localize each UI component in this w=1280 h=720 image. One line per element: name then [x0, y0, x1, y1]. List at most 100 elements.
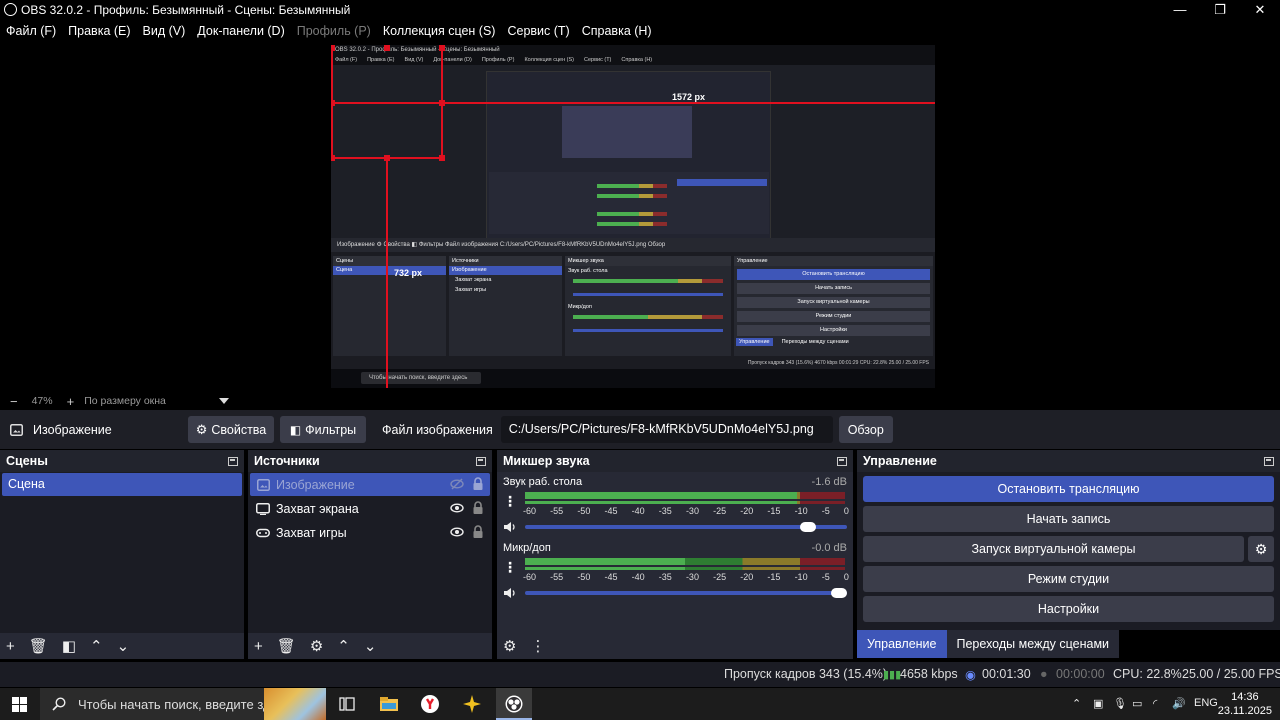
chevron-up-icon[interactable]: ⌃ [90, 637, 103, 655]
eye-icon[interactable] [450, 502, 464, 514]
guide-handle[interactable] [331, 100, 335, 106]
speaker-icon[interactable] [503, 521, 517, 533]
file-label: Файл изображения [382, 422, 493, 437]
undock-icon[interactable] [228, 456, 238, 466]
stop-streaming-button[interactable]: Остановить трансляцию [863, 476, 1274, 502]
search-icon [52, 697, 66, 711]
guide-handle[interactable] [331, 45, 335, 51]
speaker-icon[interactable] [503, 587, 517, 599]
guide-handle[interactable] [384, 155, 390, 161]
undock-icon[interactable] [837, 456, 847, 466]
level-meter-fill [525, 558, 685, 565]
sources-title: Источники [254, 454, 320, 468]
filters-button[interactable]: ◧ Фильтры [280, 416, 366, 443]
volume-slider-knob[interactable] [800, 522, 817, 532]
gear-icon[interactable]: ⚙ [310, 637, 323, 655]
zoom-bar: − 47% + По размеру окна [0, 393, 1280, 409]
zoom-in-button[interactable]: + [67, 394, 75, 409]
guide-handle[interactable] [439, 155, 445, 161]
record-icon: ● [1040, 667, 1048, 681]
task-view-icon[interactable] [337, 694, 357, 714]
sources-list[interactable]: Изображение Захват экрана Захват игры [248, 472, 492, 659]
language-indicator[interactable]: ENG [1194, 697, 1218, 709]
volume-slider[interactable] [525, 522, 847, 532]
chevron-up-icon[interactable]: ⌃ [337, 637, 350, 655]
file-path-field[interactable]: C:/Users/PC/Pictures/F8-kMfRKbV5UDnMo4el… [500, 416, 833, 443]
maximize-button[interactable]: ❐ [1200, 0, 1240, 19]
guide-handle[interactable] [439, 45, 445, 51]
eye-hidden-icon[interactable] [450, 478, 464, 490]
file-explorer-icon[interactable] [379, 694, 399, 714]
scene-filters-icon[interactable]: ◧ [62, 637, 76, 655]
chevron-down-icon[interactable]: ⌄ [364, 637, 377, 655]
tab-scene-transitions[interactable]: Переходы между сценами [946, 630, 1120, 658]
browse-button[interactable]: Обзор [838, 416, 893, 443]
volume-slider-knob[interactable] [831, 588, 847, 598]
virtual-camera-settings-gear-icon[interactable]: ⚙ [1248, 536, 1274, 562]
preview-canvas[interactable]: OBS 32.0.2 - Профиль: Безымянный - Сцены… [331, 45, 935, 388]
start-virtual-camera-button[interactable]: Запуск виртуальной камеры [863, 536, 1244, 562]
lock-icon[interactable] [472, 525, 484, 539]
scenes-dock: Сцены Сцена + 🗑 ◧ ⌃ ⌄ [0, 450, 244, 659]
menu-docks[interactable]: Док-панели (D) [191, 24, 290, 38]
controls-tabs: Управление Переходы между сценами [857, 630, 1120, 658]
mixer-menu-icon[interactable]: ⋮ [530, 637, 545, 655]
source-item[interactable]: Захват игры [250, 521, 490, 544]
track-menu-icon[interactable]: ⋮ [503, 494, 517, 508]
menu-view[interactable]: Вид (V) [137, 24, 192, 38]
close-button[interactable]: ✕ [1240, 0, 1280, 19]
battery-icon[interactable]: ▭ [1132, 697, 1142, 710]
chevron-down-icon[interactable] [219, 398, 229, 404]
chevron-up-icon[interactable]: ⌃ [1072, 697, 1081, 710]
menu-edit[interactable]: Правка (E) [62, 24, 136, 38]
source-item[interactable]: Захват экрана [250, 497, 490, 520]
menu-profile[interactable]: Профиль (P) [291, 24, 377, 38]
add-source-button[interactable]: + [254, 638, 263, 655]
volume-icon[interactable]: 🔊 [1172, 697, 1186, 710]
zoom-mode-select[interactable]: По размеру окна [84, 395, 166, 407]
guide-handle[interactable] [331, 155, 335, 161]
menu-help[interactable]: Справка (H) [576, 24, 658, 38]
minimize-button[interactable]: — [1160, 0, 1200, 19]
start-recording-button[interactable]: Начать запись [863, 506, 1274, 532]
search-placeholder: Чтобы начать поиск, введите зде [78, 696, 278, 712]
settings-button[interactable]: Настройки [863, 596, 1274, 622]
track-db: -1.6 dB [811, 476, 847, 488]
menu-tools[interactable]: Сервис (T) [501, 24, 575, 38]
yandex-browser-icon[interactable] [420, 694, 440, 714]
studio-mode-button[interactable]: Режим студии [863, 566, 1274, 592]
menu-bar: Файл (F) Правка (E) Вид (V) Док-панели (… [0, 21, 1280, 41]
guide-handle[interactable] [384, 45, 390, 51]
undock-icon[interactable] [1264, 456, 1274, 466]
trash-icon[interactable]: 🗑 [29, 637, 48, 655]
properties-button[interactable]: ⚙ Свойства [188, 416, 274, 443]
lock-icon[interactable] [472, 477, 484, 491]
menu-scene-collection[interactable]: Коллекция сцен (S) [377, 24, 502, 38]
app-star-icon[interactable] [462, 694, 482, 714]
zoom-out-button[interactable]: − [10, 394, 18, 409]
network-icon[interactable]: ◜ [1153, 697, 1157, 710]
undock-icon[interactable] [476, 456, 486, 466]
volume-slider[interactable] [525, 588, 847, 598]
preview-area[interactable]: OBS 32.0.2 - Профиль: Безымянный - Сцены… [0, 43, 1280, 392]
eye-icon[interactable] [450, 526, 464, 538]
lock-icon[interactable] [472, 501, 484, 515]
scene-item[interactable]: Сцена [2, 473, 242, 496]
advanced-audio-icon[interactable]: ⚙ [503, 637, 516, 655]
source-item[interactable]: Изображение [250, 473, 490, 496]
add-scene-button[interactable]: + [6, 638, 15, 655]
windows-start-icon[interactable] [12, 697, 27, 712]
chevron-down-icon[interactable]: ⌄ [117, 637, 130, 655]
clock[interactable]: 14:36 23.11.2025 [1218, 690, 1272, 718]
taskbar-search[interactable]: Чтобы начать поиск, введите зде [40, 688, 326, 720]
scenes-list[interactable]: Сцена [0, 472, 244, 659]
trash-icon[interactable]: 🗑 [277, 637, 296, 655]
guide-handle[interactable] [439, 100, 445, 106]
menu-file[interactable]: Файл (F) [0, 24, 62, 38]
track-menu-icon[interactable]: ⋮ [503, 560, 517, 574]
source-name: Изображение [276, 477, 355, 492]
microphone-icon[interactable]: 🎙 [1113, 697, 1127, 710]
obs-taskbar-button[interactable] [496, 688, 532, 720]
tab-controls[interactable]: Управление [857, 630, 947, 658]
meet-now-icon[interactable]: ▣ [1093, 697, 1103, 710]
